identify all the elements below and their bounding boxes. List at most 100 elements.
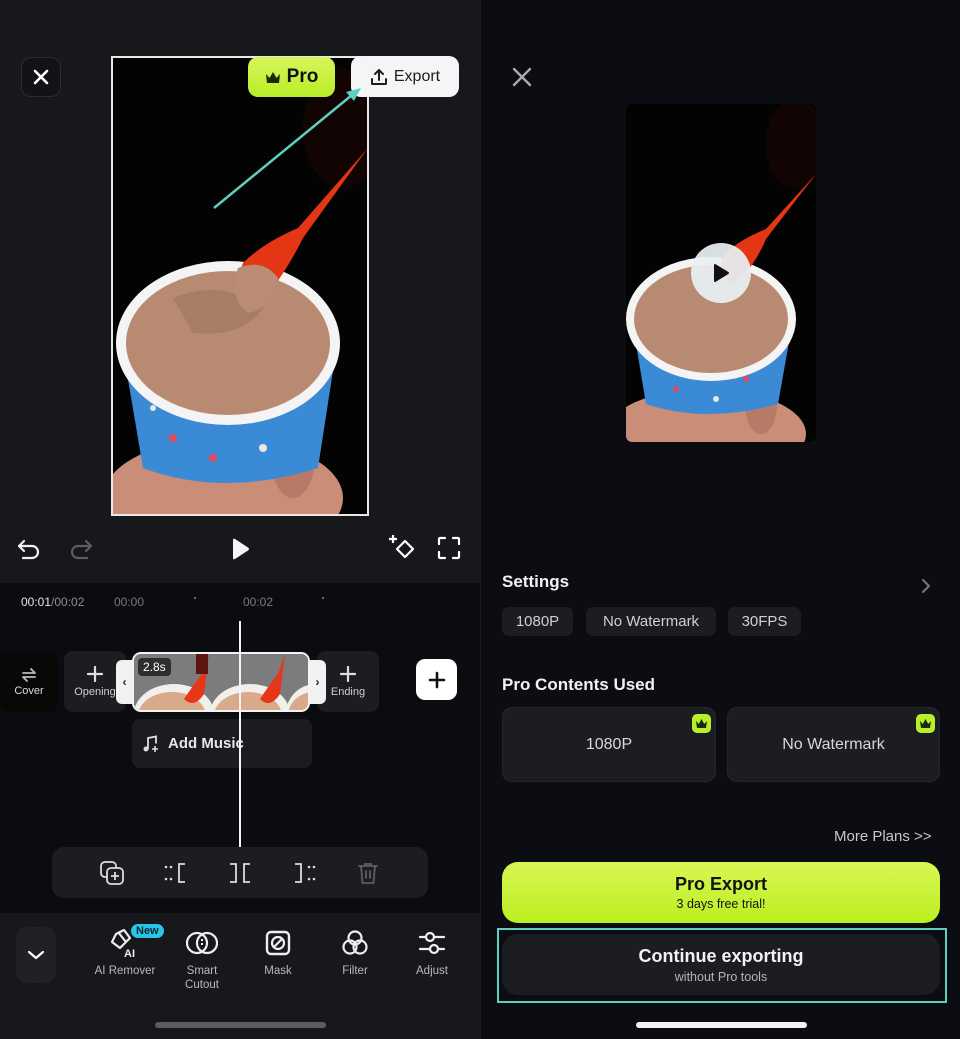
- close-icon: [33, 69, 49, 85]
- play-icon: [714, 264, 729, 282]
- keyframe-button[interactable]: [386, 532, 418, 564]
- plus-icon: [87, 665, 103, 682]
- pro-crown-badge: [916, 714, 935, 733]
- duplicate-button[interactable]: [97, 858, 127, 888]
- continue-subtitle: without Pro tools: [674, 969, 768, 984]
- mask-icon: [265, 930, 291, 956]
- fullscreen-icon: [437, 536, 461, 560]
- plus-icon: [340, 665, 356, 682]
- ending-label: Ending: [330, 685, 366, 698]
- tool-label: Smart Cutout: [185, 965, 219, 991]
- tool-label: Mask: [264, 965, 292, 977]
- editor-screen: Pro Export 00:01/00:02 00:00 00:02 Cover…: [0, 0, 480, 1039]
- trim-start-icon: [164, 862, 185, 883]
- video-clip[interactable]: 2.8s: [132, 652, 310, 712]
- svg-text:AI: AI: [124, 948, 135, 958]
- pro-crown-badge: [692, 714, 711, 733]
- redo-button[interactable]: [67, 535, 95, 563]
- swap-icon: [22, 667, 36, 682]
- undo-button[interactable]: [15, 535, 43, 563]
- play-button[interactable]: [226, 535, 254, 563]
- filter-icon: [342, 930, 368, 955]
- add-clip-button[interactable]: [416, 659, 457, 700]
- home-indicator: [155, 1022, 326, 1028]
- video-preview[interactable]: [111, 56, 369, 516]
- add-music-button[interactable]: Add Music: [132, 719, 312, 768]
- keyframe-icon: [389, 535, 415, 559]
- clip-trim-right-handle[interactable]: ›: [309, 660, 326, 704]
- pro-button[interactable]: Pro: [248, 57, 335, 97]
- settings-title: Settings: [502, 572, 570, 591]
- ruler-dot: [322, 597, 324, 599]
- crown-icon: [265, 71, 280, 83]
- more-plans-link[interactable]: More Plans >>: [834, 828, 932, 845]
- new-badge: New: [131, 924, 164, 938]
- time-readout: 00:01/00:02: [21, 595, 84, 609]
- smart-cutout-icon: [186, 931, 218, 955]
- split-right-button[interactable]: [289, 858, 319, 888]
- pro-export-title: Pro Export: [674, 874, 767, 894]
- pro-export-button[interactable]: Pro Export 3 days free trial!: [502, 862, 940, 923]
- pro-content-label: No Watermark: [782, 735, 885, 753]
- continue-title: Continue exporting: [638, 945, 804, 966]
- add-ending-button[interactable]: Ending: [317, 651, 379, 712]
- duplicate-icon: [100, 860, 124, 885]
- pro-contents-title: Pro Contents Used: [502, 675, 656, 694]
- close-icon: [512, 67, 532, 87]
- settings-chip-resolution[interactable]: 1080P: [502, 607, 573, 636]
- playhead[interactable]: [239, 621, 241, 847]
- plus-icon: [428, 671, 445, 688]
- ruler-tick: 00:00: [114, 595, 145, 609]
- tool-mask[interactable]: Mask: [240, 928, 316, 978]
- tool-adjust[interactable]: Adjust: [394, 928, 470, 978]
- crown-icon: [920, 719, 931, 728]
- tool-label: AI Remover: [94, 965, 156, 977]
- crown-icon: [696, 719, 707, 728]
- fullscreen-button[interactable]: [436, 535, 462, 561]
- export-screen: Settings 1080P No Watermark 30FPS Pro Co…: [480, 0, 960, 1039]
- ruler-dot: [194, 597, 196, 599]
- close-export-button[interactable]: [511, 66, 533, 88]
- export-label: Export: [393, 67, 441, 85]
- play-icon: [233, 538, 249, 560]
- total-time: /00:02: [51, 595, 85, 609]
- pro-content-card: No Watermark: [727, 707, 940, 782]
- tool-label: Adjust: [416, 965, 448, 977]
- cover-button[interactable]: Cover: [0, 652, 58, 712]
- trash-icon: [358, 862, 378, 884]
- adjust-sliders-icon: [418, 931, 446, 955]
- settings-chip-watermark[interactable]: No Watermark: [586, 607, 716, 636]
- collapse-toolbar-button[interactable]: [16, 927, 56, 983]
- split-left-button[interactable]: [161, 858, 191, 888]
- home-indicator: [636, 1022, 807, 1028]
- clip-edit-toolbar: [52, 847, 428, 898]
- split-icon: [230, 862, 250, 883]
- undo-icon: [17, 539, 40, 560]
- chevron-down-icon: [27, 950, 45, 960]
- upload-icon: [370, 68, 387, 85]
- video-frame-image: [113, 58, 367, 514]
- add-music-label: Add Music: [168, 735, 244, 752]
- delete-button[interactable]: [353, 858, 383, 888]
- trim-end-icon: [295, 862, 316, 883]
- preview-play-button[interactable]: [691, 243, 751, 303]
- continue-exporting-button[interactable]: Continue exporting without Pro tools: [502, 934, 940, 995]
- redo-icon: [70, 539, 93, 560]
- opening-label: Opening: [74, 685, 116, 698]
- chevron-right-icon: [922, 579, 930, 593]
- close-editor-button[interactable]: [21, 57, 61, 97]
- settings-chip-fps[interactable]: 30FPS: [728, 607, 801, 636]
- export-button[interactable]: Export: [351, 56, 459, 97]
- pro-export-subtitle: 3 days free trial!: [676, 897, 766, 911]
- pro-content-card: 1080P: [502, 707, 716, 782]
- current-time: 00:01: [21, 595, 52, 609]
- clip-trim-left-handle[interactable]: ‹: [116, 660, 133, 704]
- music-note-icon: [143, 734, 158, 752]
- pro-content-label: 1080P: [585, 735, 633, 753]
- tool-label: Filter: [342, 965, 368, 977]
- split-button[interactable]: [225, 858, 255, 888]
- tool-smart-cutout[interactable]: Smart Cutout: [164, 928, 240, 992]
- tool-filter[interactable]: Filter: [317, 928, 393, 978]
- ruler-tick: 00:02: [243, 595, 274, 609]
- settings-expand-button[interactable]: [921, 578, 931, 599]
